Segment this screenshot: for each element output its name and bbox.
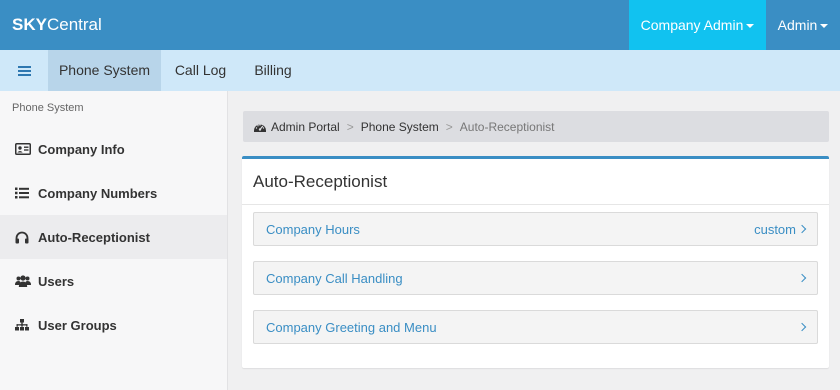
sidebar-item-label: Company Numbers [38,185,158,201]
caret-down-icon [820,24,829,29]
company-admin-dropdown[interactable]: Company Admin [629,0,766,50]
sidebar: Phone System Company Info Company Number… [0,91,228,390]
sidebar-item-label: Auto-Receptionist [38,229,150,245]
row-label: Company Call Handling [266,270,403,286]
company-call-handling-row[interactable]: Company Call Handling [253,261,818,295]
breadcrumb-current: Auto-Receptionist [459,119,555,134]
headphones-icon [15,230,33,244]
admin-label: Admin [777,17,818,33]
panel-divider [242,204,829,205]
tab-phone-system[interactable]: Phone System [48,50,161,91]
sitemap-icon [15,318,33,332]
brand-rest: Central [46,15,102,34]
hamburger-icon [17,65,31,76]
sidebar-item-label: Users [38,273,75,289]
sidebar-item-auto-receptionist[interactable]: Auto-Receptionist [0,215,227,259]
sidebar-item-company-numbers[interactable]: Company Numbers [0,171,227,215]
caret-down-icon [746,24,755,29]
panel-title: Auto-Receptionist [253,172,388,191]
company-hours-value: custom [754,221,796,237]
app-logo[interactable]: SKYCentral [12,0,102,50]
chevron-right-icon [797,273,807,283]
menu-toggle-button[interactable] [0,50,48,91]
sidebar-item-label: User Groups [38,317,117,333]
company-greeting-menu-row[interactable]: Company Greeting and Menu [253,310,818,344]
company-admin-label: Company Admin [640,17,744,33]
company-hours-row[interactable]: Company Hours custom [253,212,818,246]
row-label: Company Hours [266,221,360,237]
sidebar-item-user-groups[interactable]: User Groups [0,303,227,347]
list-icon [15,186,33,200]
dashboard-icon [254,122,266,132]
breadcrumb-phone-system[interactable]: Phone System [361,120,439,134]
auto-receptionist-panel: Auto-Receptionist Company Hours custom C… [242,156,829,368]
breadcrumb-separator: > [346,119,354,134]
sidebar-item-users[interactable]: Users [0,259,227,303]
id-card-icon [15,142,33,156]
users-icon [15,274,33,288]
chevron-right-icon [797,322,807,332]
row-label: Company Greeting and Menu [266,319,437,335]
chevron-right-icon [797,224,807,234]
tab-billing[interactable]: Billing [240,50,306,91]
brand-bold: SKY [12,15,47,34]
section-navbar: Phone System Call Log Billing [0,50,840,91]
top-navbar: SKYCentral Company Admin Admin [0,0,840,50]
sidebar-item-company-info[interactable]: Company Info [0,127,227,171]
admin-user-dropdown[interactable]: Admin [766,0,840,50]
sidebar-header: Phone System [12,102,84,114]
tab-call-log[interactable]: Call Log [161,50,240,91]
breadcrumb: Admin Portal > Phone System > Auto-Recep… [243,111,829,142]
breadcrumb-separator: > [445,119,453,134]
breadcrumb-admin-portal[interactable]: Admin Portal [271,120,340,134]
sidebar-item-label: Company Info [38,141,125,157]
